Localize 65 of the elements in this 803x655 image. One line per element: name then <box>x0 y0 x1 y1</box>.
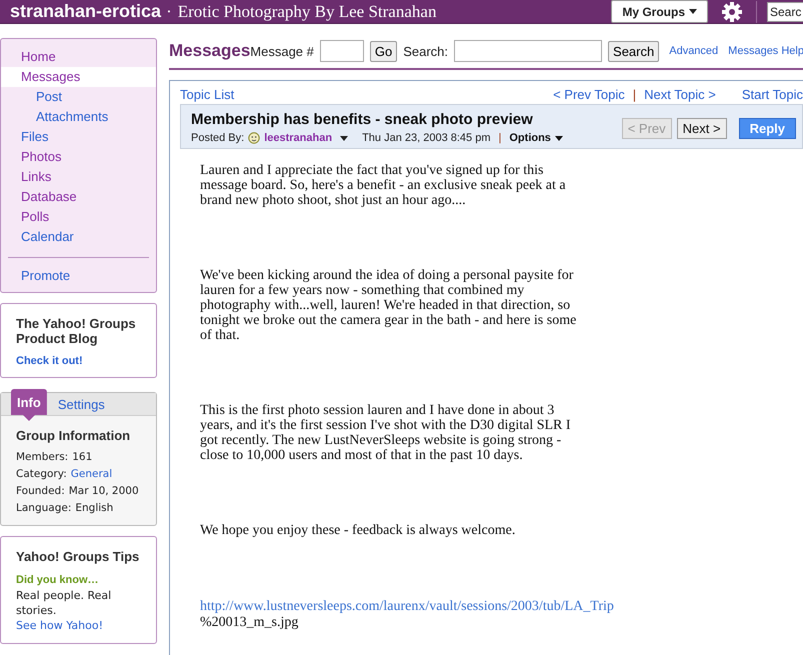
topic-list-link[interactable]: Topic List <box>180 87 234 102</box>
caret-icon <box>689 9 697 14</box>
info-tab[interactable]: Settings <box>52 394 110 415</box>
group-name[interactable]: stranahan-erotica <box>10 1 162 22</box>
sidebar-nav-item[interactable]: Home <box>1 47 156 67</box>
message-title: Membership has benefits - sneak photo preview <box>191 111 534 128</box>
group-tagline: Erotic Photography By Lee Stranahan <box>178 2 436 22</box>
header-search-field[interactable]: Searc <box>767 2 803 22</box>
settings-icon[interactable] <box>722 2 742 22</box>
next-topic-link[interactable]: Next Topic > <box>644 87 716 102</box>
toolbar-link[interactable]: Advanced <box>669 45 718 57</box>
sidebar-nav-item[interactable]: Polls <box>1 207 156 227</box>
caret-icon <box>554 136 563 141</box>
info-value: English <box>75 501 114 516</box>
my-groups-button[interactable]: My Groups <box>611 0 708 23</box>
title-separator: · <box>166 2 172 22</box>
info-label: Members: <box>16 450 68 465</box>
info-label: Language: <box>16 501 72 516</box>
see-how-link[interactable]: See how Yahoo! <box>16 619 103 632</box>
reply-button[interactable]: Reply <box>738 118 796 139</box>
tips-text: Real people. Real stories. See how Yahoo! <box>16 588 112 633</box>
link-divider: | <box>632 87 636 102</box>
sidebar-nav-item[interactable]: Attachments <box>1 107 156 127</box>
options-menu[interactable]: Options <box>509 132 563 144</box>
sidebar-nav-item[interactable]: Database <box>1 187 156 207</box>
go-button[interactable]: Go <box>370 40 398 62</box>
message-paragraph: This is the first photo session lauren and I have done in about 3 years, and it's the first session I've shot with the D30 digital SLR I got recently. The new LustNeverSleeps website is going strong - close to 10,000 users and most of that in the past 10 days. <box>200 403 572 463</box>
message-number-field[interactable] <box>320 40 364 62</box>
info-label: Category: <box>16 467 67 482</box>
search-button[interactable]: Search <box>608 40 660 62</box>
page-title: Messages <box>169 41 250 61</box>
author-link[interactable]: leestranahan <box>264 132 332 144</box>
did-you-know-heading: Did you know… <box>16 574 100 586</box>
sidebar-nav-item[interactable]: Files <box>1 127 156 147</box>
start-topic-link[interactable]: Start Topic <box>742 87 803 102</box>
info-label: Founded: <box>16 484 65 499</box>
message-number-label: Message # <box>250 44 314 58</box>
message-paragraph: We hope you enjoy these - feedback is always welcome. <box>200 523 516 538</box>
group-info-title: Group Information <box>16 428 132 443</box>
info-value: Mar 10, 2000 <box>68 484 139 499</box>
search-label: Search: <box>403 44 448 58</box>
prev-topic-link[interactable]: < Prev Topic <box>553 87 625 102</box>
info-tab[interactable]: Info <box>11 389 47 421</box>
message-paragraph: We've been kicking around the idea of doing a personal paysite for lauren for a few years now - something that combined my photography with...well, lauren! We're headed in that direction, so tonight we broke out the camera gear in the bath - and here is some of that. <box>200 268 578 343</box>
sidebar-nav-item[interactable]: Post <box>1 87 156 107</box>
sidebar-nav-item[interactable]: Photos <box>1 147 156 167</box>
sidebar-nav-item[interactable]: Calendar <box>1 227 156 247</box>
check-it-out-link[interactable]: Check it out! <box>16 355 141 367</box>
category-link[interactable]: General <box>70 466 112 483</box>
post-date: Thu Jan 23, 2003 8:45 pm <box>362 132 491 144</box>
header-divider: | <box>498 132 502 144</box>
promote-link[interactable]: Promote <box>1 266 156 286</box>
image-url-link[interactable]: http://www.lustneversleeps.com/laurenx/vault/sessions/2003/tub/LA_Trip <box>200 598 614 615</box>
message-search-field[interactable] <box>454 40 602 62</box>
blog-title: The Yahoo! Groups Product Blog <box>16 316 137 346</box>
sidebar-nav-item[interactable]: Links <box>1 167 156 187</box>
tips-title: Yahoo! Groups Tips <box>16 549 140 564</box>
message-paragraph: Lauren and I appreciate the fact that you've signed up for this message board. So, here's a benefit - an exclusive sneak peek at a brand new photo shoot, shot just an hour ago.... <box>200 163 567 208</box>
posted-by-label: Posted By: <box>191 132 244 144</box>
info-value: 161 <box>72 450 92 465</box>
sidebar-nav-item[interactable]: Messages <box>1 67 156 87</box>
caret-icon <box>340 136 348 140</box>
message-nav-button[interactable]: Next > <box>676 118 727 139</box>
url-continuation: %20013_m_s.jpg <box>200 615 300 630</box>
avatar-icon <box>248 132 260 144</box>
